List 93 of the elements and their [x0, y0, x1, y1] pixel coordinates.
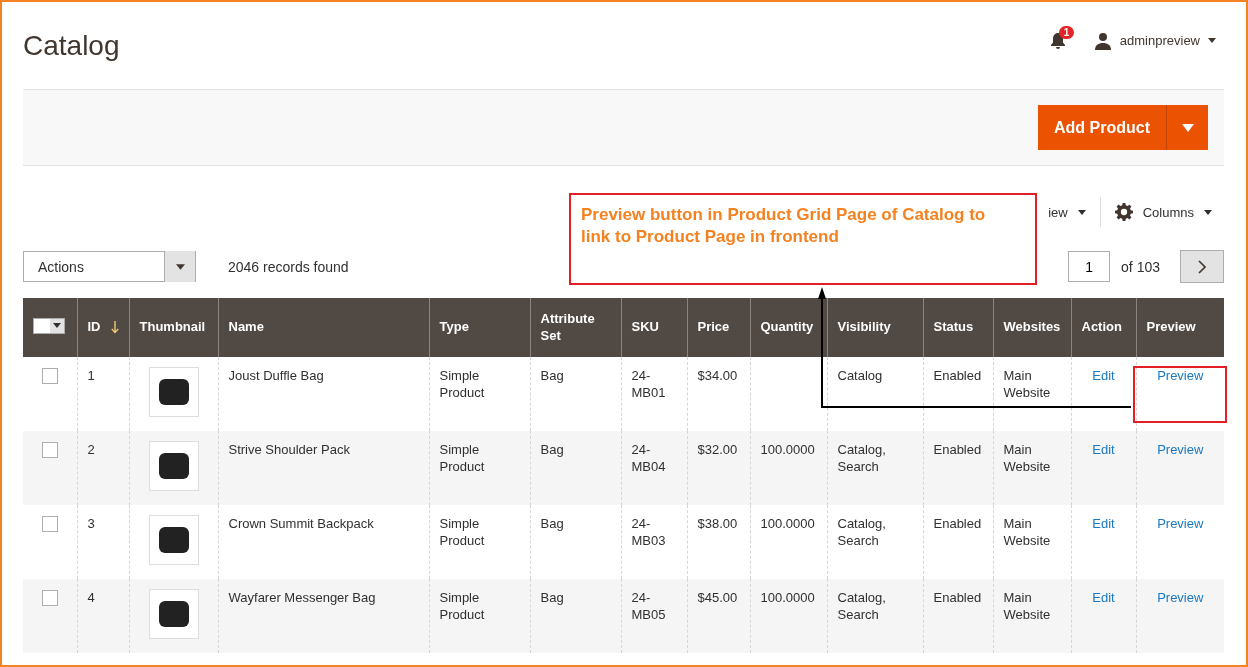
table-cell: Enabled — [933, 442, 982, 457]
column-header[interactable]: ID — [77, 298, 129, 357]
table-cell: Wayfarer Messenger Bag — [228, 590, 376, 605]
table-cell: Catalog, Search — [837, 590, 886, 622]
caret-icon — [1204, 209, 1212, 215]
page-title: Catalog — [23, 29, 120, 62]
table-cell: Main Website — [1003, 590, 1051, 622]
bell-icon[interactable] — [1049, 31, 1066, 50]
table-cell: 100.0000 — [760, 590, 815, 605]
table-cell: 100.0000 — [760, 516, 815, 531]
column-header[interactable]: Preview — [1136, 298, 1224, 357]
column-header[interactable]: Name — [218, 298, 429, 357]
table-cell: Enabled — [933, 516, 982, 531]
edit-link[interactable]: Edit — [1092, 368, 1115, 383]
edit-link[interactable]: Edit — [1092, 516, 1115, 531]
notification-badge: 1 — [1058, 25, 1075, 39]
view-dropdown[interactable]: iew — [1048, 204, 1068, 220]
table-cell: $38.00 — [697, 516, 738, 531]
table-cell: 24-MB05 — [631, 590, 666, 622]
table-cell: Joust Duffle Bag — [228, 368, 324, 383]
column-header[interactable]: Price — [687, 298, 750, 357]
row-checkbox[interactable] — [41, 442, 58, 458]
table-cell: $34.00 — [697, 368, 738, 383]
table-cell: Bag — [540, 368, 564, 383]
column-header[interactable]: Websites — [993, 298, 1071, 357]
caret-icon — [1181, 123, 1194, 132]
table-cell: 1 — [87, 368, 95, 383]
add-options-button[interactable] — [1166, 105, 1208, 150]
table-cell: Strive Shoulder Pack — [228, 442, 350, 457]
photo-placeholder — [158, 527, 189, 553]
table-cell: 3 — [87, 516, 95, 531]
table-cell: 4 — [87, 590, 95, 605]
table-cell: Simple Product — [439, 442, 485, 474]
column-header[interactable]: Action — [1071, 298, 1136, 357]
table-cell: Bag — [540, 516, 564, 531]
table-cell: Crown Summit Backpack — [228, 516, 374, 531]
caret-icon — [53, 323, 61, 329]
preview-link[interactable]: Preview — [1157, 368, 1204, 383]
preview-link[interactable]: Preview — [1157, 516, 1204, 531]
preview-link[interactable]: Preview — [1157, 590, 1204, 605]
caret-icon — [1077, 209, 1086, 215]
table-cell: Simple Product — [439, 516, 485, 548]
next-page-button[interactable] — [1180, 250, 1224, 283]
table-cell: 24-MB04 — [631, 442, 666, 474]
user-icon — [1093, 31, 1112, 50]
row-checkbox[interactable] — [41, 516, 58, 532]
row-checkbox[interactable] — [41, 368, 58, 384]
table-cell: 24-MB01 — [631, 368, 666, 400]
column-header[interactable]: Visibility — [827, 298, 923, 357]
row-checkbox[interactable] — [41, 590, 58, 606]
column-header[interactable]: Quantity — [750, 298, 827, 357]
table-cell: Enabled — [933, 590, 982, 605]
table-cell: Catalog, Search — [837, 516, 886, 548]
table-cell: 2 — [87, 442, 95, 457]
photo-placeholder — [158, 453, 189, 479]
column-header[interactable]: Status — [923, 298, 993, 357]
chevron-right-icon — [1198, 259, 1206, 274]
page-number-field[interactable]: 1 — [1068, 251, 1111, 282]
photo-placeholder — [158, 379, 189, 405]
table-cell: Bag — [540, 590, 564, 605]
columns-dropdown[interactable]: Columns — [1142, 204, 1194, 220]
column-header[interactable]: Attribute Set — [530, 298, 621, 357]
table-cell: Simple Product — [439, 590, 485, 622]
caret-icon — [1208, 38, 1216, 43]
page-count: of 103 — [1121, 258, 1160, 275]
table-cell: $45.00 — [697, 590, 738, 605]
edit-link[interactable]: Edit — [1092, 442, 1115, 457]
table-cell: 100.0000 — [760, 442, 815, 457]
mass-select-dropdown[interactable] — [33, 317, 65, 334]
table-cell: Catalog, Search — [837, 442, 886, 474]
table-cell: Simple Product — [439, 368, 485, 400]
annotation-callout: Preview button in Product Grid Page of Catalog to link to Product Page in frontend — [569, 193, 1037, 285]
sort-arrow-icon — [110, 321, 119, 335]
photo-placeholder — [158, 601, 189, 627]
column-header[interactable]: Type — [429, 298, 530, 357]
table-cell: Main Website — [1003, 442, 1051, 474]
column-header[interactable]: Thumbnail — [129, 298, 218, 357]
preview-link[interactable]: Preview — [1157, 442, 1204, 457]
edit-link[interactable]: Edit — [1092, 590, 1115, 605]
caret-icon — [175, 263, 185, 270]
table-cell: Bag — [540, 442, 564, 457]
actions-select[interactable]: Actions — [23, 251, 196, 282]
table-cell: $32.00 — [697, 442, 738, 457]
table-cell: Main Website — [1003, 368, 1051, 400]
table-cell: Main Website — [1003, 516, 1051, 548]
table-cell: Catalog — [837, 368, 883, 383]
column-header[interactable]: SKU — [621, 298, 687, 357]
user-menu[interactable]: adminpreview — [1119, 33, 1200, 48]
table-cell: 24-MB03 — [631, 516, 666, 548]
settings-icon — [1114, 203, 1133, 221]
records-count: 2046 records found — [228, 258, 349, 275]
add-product-button[interactable]: Add Product — [1038, 105, 1166, 150]
table-cell: Enabled — [933, 368, 982, 383]
